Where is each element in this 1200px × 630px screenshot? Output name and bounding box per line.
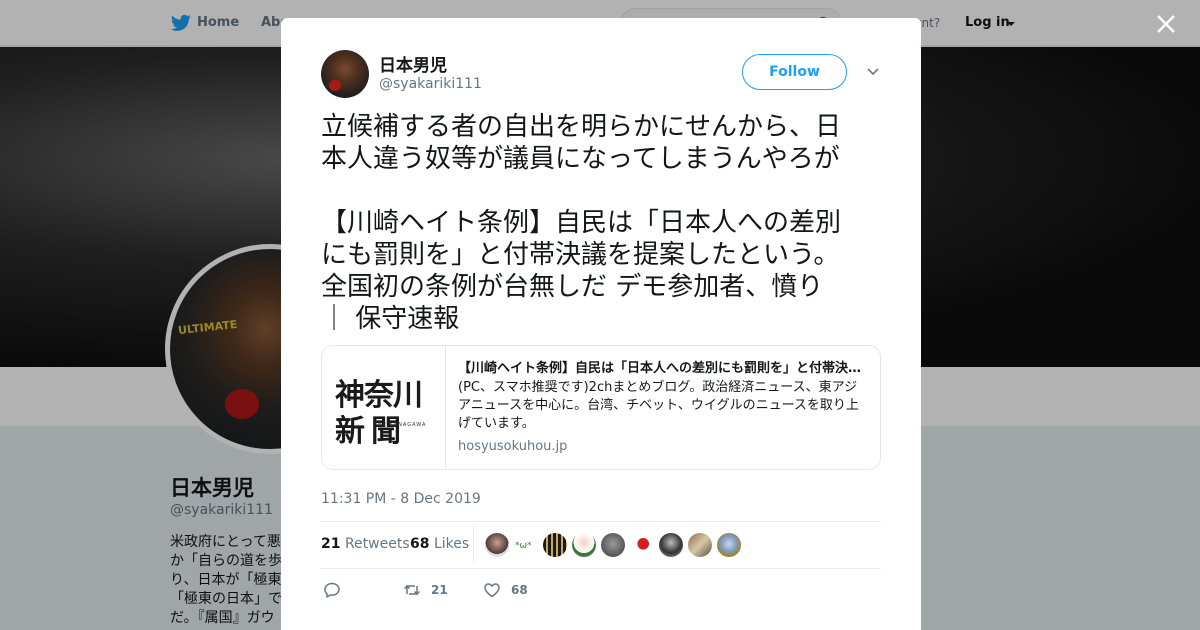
tweet-text: 立候補する者の自出を明らかにせんから、日 本人違う奴等が議員になってしまうんやろ… bbox=[321, 111, 883, 335]
liker-avatar[interactable]: *ω* bbox=[514, 533, 538, 557]
tweet-text-line: 全国初の条例が台無しだ デモ参加者、憤り bbox=[321, 272, 824, 302]
tweet-text-line: 本人違う奴等が議員になってしまうんやろが bbox=[321, 144, 840, 174]
likes-count: 68 bbox=[410, 536, 430, 552]
follow-button[interactable]: Follow bbox=[742, 54, 847, 90]
thumbnail-logo-small: THE KANAGAWA bbox=[374, 422, 427, 428]
liker-avatar[interactable] bbox=[659, 533, 683, 557]
svg-text:*ω*: *ω* bbox=[515, 541, 532, 551]
liker-avatar[interactable] bbox=[485, 533, 509, 557]
boxing-glove-graphic bbox=[329, 80, 341, 91]
tweet-text-line: ｜ 保守速報 bbox=[321, 304, 460, 334]
tweet-text-line: 立候補する者の自出を明らかにせんから、日 bbox=[321, 112, 842, 142]
liker-avatar[interactable] bbox=[572, 533, 596, 557]
like-action[interactable]: 68 bbox=[483, 580, 528, 600]
link-preview-card[interactable]: 神奈川 新聞 THE KANAGAWA 【川崎ヘイト条例】自民は「日本人への差別… bbox=[321, 345, 881, 470]
likes-label: Likes bbox=[433, 536, 470, 552]
card-thumbnail: 神奈川 新聞 THE KANAGAWA bbox=[322, 346, 446, 469]
author-name[interactable]: 日本男児 bbox=[379, 51, 447, 76]
tweet-timestamp[interactable]: 11:31 PM - 8 Dec 2019 bbox=[321, 491, 481, 507]
card-domain: hosyusokuhou.jp bbox=[458, 439, 568, 454]
retweets-stat[interactable]: 21 Retweets bbox=[321, 536, 410, 552]
tweet-text-gap bbox=[321, 175, 883, 207]
thumbnail-logo-line2: 新聞 bbox=[335, 414, 407, 449]
liker-avatar[interactable] bbox=[630, 533, 654, 557]
liker-avatar[interactable] bbox=[543, 533, 567, 557]
card-title[interactable]: 【川崎ヘイト条例】自民は「日本人への差別にも罰則を」と付帯決議を提案したという。… bbox=[458, 357, 868, 376]
divider bbox=[321, 568, 881, 569]
author-handle[interactable]: @syakariki111 bbox=[379, 76, 482, 92]
like-icon[interactable] bbox=[483, 581, 501, 599]
retweets-count: 21 bbox=[321, 536, 341, 552]
divider bbox=[321, 521, 881, 522]
tweet-modal: 日本男児 @syakariki111 Follow 立候補する者の自出を明らかに… bbox=[281, 18, 921, 630]
close-icon[interactable] bbox=[1156, 14, 1176, 34]
retweets-label: Retweets bbox=[344, 536, 410, 552]
stats-divider bbox=[473, 524, 474, 562]
card-description: (PC、スマホ推奨です)2chまとめブログ。政治経済ニュース、東アジアニュースを… bbox=[458, 380, 859, 431]
tweet-text-line: 【川崎ヘイト条例】自民は「日本人への差別 bbox=[321, 208, 842, 238]
retweet-icon[interactable] bbox=[403, 581, 421, 599]
like-count: 68 bbox=[511, 583, 528, 597]
tweet-text-line: にも罰則を」と付帯決議を提案したという。 bbox=[321, 240, 840, 270]
chevron-down-icon[interactable] bbox=[867, 67, 879, 77]
likes-stat[interactable]: 68 Likes bbox=[410, 536, 469, 552]
liker-avatar[interactable] bbox=[601, 533, 625, 557]
reply-action[interactable] bbox=[323, 580, 341, 600]
reply-icon[interactable] bbox=[323, 581, 341, 599]
liker-avatar[interactable] bbox=[717, 533, 741, 557]
author-avatar[interactable] bbox=[321, 50, 369, 98]
liker-avatar[interactable] bbox=[688, 533, 712, 557]
retweet-action[interactable]: 21 bbox=[403, 580, 448, 600]
retweet-count: 21 bbox=[431, 583, 448, 597]
